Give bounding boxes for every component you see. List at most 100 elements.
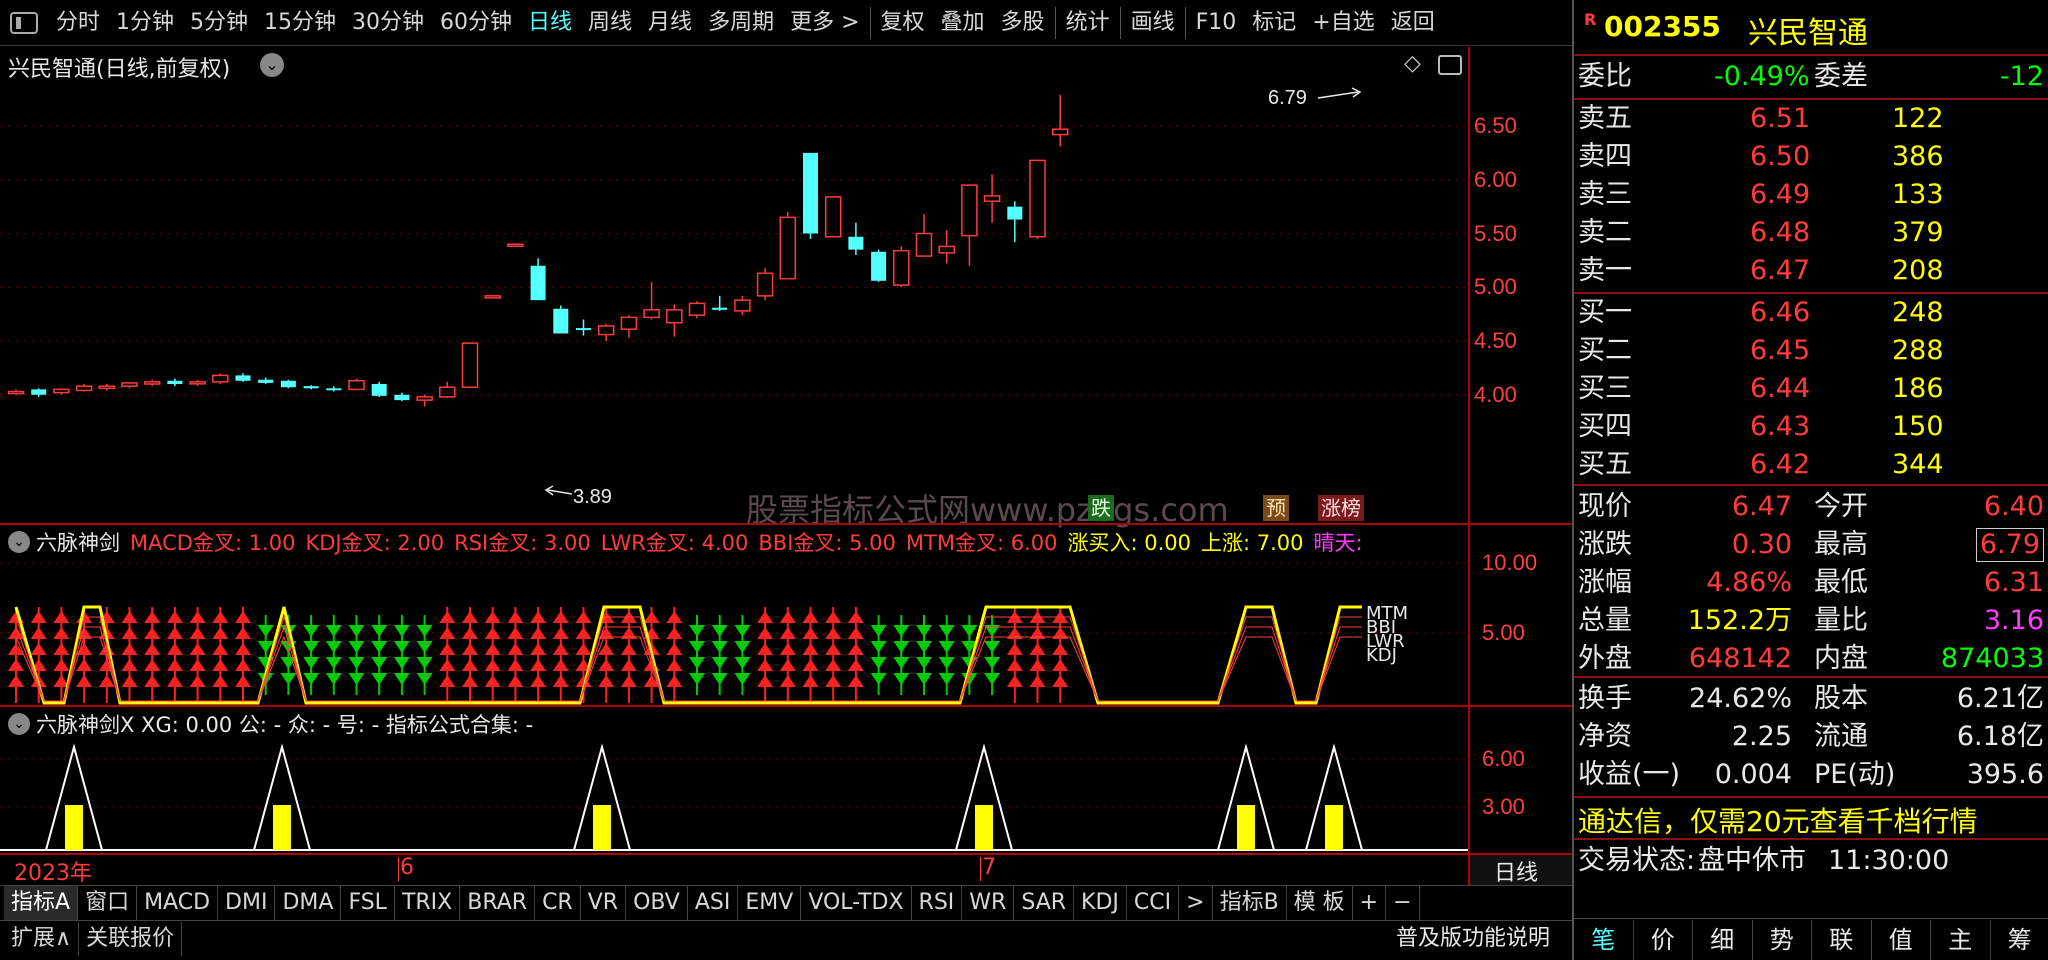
quote-tab[interactable]: 值 bbox=[1872, 920, 1931, 960]
indicator-tab[interactable]: 模 板 bbox=[1287, 886, 1353, 920]
candle[interactable] bbox=[484, 295, 501, 299]
badge-rank[interactable]: 涨榜 bbox=[1318, 495, 1364, 521]
quote-tab[interactable]: 主 bbox=[1931, 920, 1991, 960]
extension-tab[interactable]: 扩展∧ bbox=[4, 922, 80, 956]
candle[interactable] bbox=[803, 152, 818, 239]
panel-toggle-icon[interactable] bbox=[10, 11, 38, 34]
indicator-tab[interactable]: CCI bbox=[1127, 886, 1180, 920]
candle[interactable] bbox=[212, 373, 229, 384]
candlestick-chart[interactable]: 6.79 3.89 bbox=[0, 47, 1468, 523]
indicator-tab[interactable]: TRIX bbox=[395, 886, 461, 920]
candle[interactable] bbox=[1007, 201, 1023, 243]
xg-signal[interactable] bbox=[253, 743, 311, 851]
candle[interactable] bbox=[734, 295, 751, 316]
candle[interactable] bbox=[576, 319, 591, 336]
indicator-tab[interactable]: VR bbox=[581, 886, 627, 920]
candle[interactable] bbox=[258, 377, 274, 384]
toolbar-item[interactable]: 周线 bbox=[580, 0, 640, 46]
toolbar-item[interactable]: +自选 bbox=[1304, 0, 1382, 46]
candle[interactable] bbox=[167, 378, 183, 387]
candle[interactable] bbox=[143, 379, 161, 387]
quote-tab[interactable]: 细 bbox=[1693, 920, 1753, 960]
quote-tab[interactable]: 价 bbox=[1634, 920, 1693, 960]
asks-row[interactable]: 卖二 6.48 379 bbox=[1574, 214, 2048, 252]
toolbar-item[interactable]: 叠加 bbox=[933, 0, 993, 46]
badge-forecast[interactable]: 预 bbox=[1263, 495, 1289, 521]
xg-signal[interactable] bbox=[573, 743, 631, 851]
candle[interactable] bbox=[348, 378, 365, 391]
toolbar-item[interactable]: 返回 bbox=[1383, 0, 1443, 46]
candle[interactable] bbox=[915, 214, 933, 257]
candle[interactable] bbox=[280, 379, 296, 389]
xg-indicator-chart[interactable] bbox=[0, 707, 1468, 853]
toolbar-item[interactable]: 标记 bbox=[1244, 0, 1304, 46]
candle[interactable] bbox=[189, 379, 206, 387]
asks-row[interactable]: 卖三 6.49 133 bbox=[1574, 176, 2048, 214]
candle[interactable] bbox=[326, 386, 342, 392]
candle[interactable] bbox=[31, 388, 47, 397]
candle[interactable] bbox=[938, 230, 955, 264]
xg-signal[interactable] bbox=[955, 743, 1013, 851]
asks-row[interactable]: 卖一 6.47 208 bbox=[1574, 252, 2048, 290]
toolbar-item[interactable]: 15分钟 bbox=[256, 0, 344, 46]
indicator-tab[interactable]: > bbox=[1179, 886, 1213, 920]
bids-row[interactable]: 买四 6.43 150 bbox=[1574, 408, 2048, 446]
period-label[interactable]: 日线 bbox=[1494, 855, 1538, 887]
candle[interactable] bbox=[1029, 159, 1046, 239]
candle[interactable] bbox=[688, 301, 706, 319]
indicator-tab[interactable]: BRAR bbox=[460, 886, 536, 920]
indicator-tab[interactable]: MACD bbox=[137, 886, 219, 920]
candle[interactable] bbox=[871, 249, 887, 282]
indicator-tab[interactable]: WR bbox=[962, 886, 1015, 920]
candle[interactable] bbox=[439, 381, 456, 398]
quote-tab[interactable]: 笔 bbox=[1574, 920, 1634, 960]
candle[interactable] bbox=[620, 315, 638, 338]
candle[interactable] bbox=[507, 243, 524, 247]
candle[interactable] bbox=[303, 385, 319, 390]
candle[interactable] bbox=[1051, 94, 1069, 147]
bids-row[interactable]: 买五 6.42 344 bbox=[1574, 446, 2048, 484]
candle[interactable] bbox=[597, 323, 615, 341]
liumai-indicator-chart[interactable] bbox=[0, 525, 1468, 705]
promo-banner[interactable]: 通达信，仅需20元查看千档行情 bbox=[1578, 800, 1978, 840]
candle[interactable] bbox=[75, 384, 93, 392]
candle[interactable] bbox=[235, 373, 251, 382]
quote-tab[interactable]: 筹 bbox=[1991, 920, 2048, 960]
bids-row[interactable]: 买三 6.44 186 bbox=[1574, 370, 2048, 408]
toolbar-item[interactable]: 5分钟 bbox=[182, 0, 256, 46]
candle[interactable] bbox=[416, 394, 433, 407]
xg-signal[interactable] bbox=[1217, 743, 1275, 851]
toolbar-item[interactable]: 复权 bbox=[873, 0, 933, 46]
indicator-tab[interactable]: CR bbox=[535, 886, 581, 920]
candle[interactable] bbox=[824, 196, 842, 238]
toolbar-item[interactable]: 30分钟 bbox=[344, 0, 432, 46]
indicator-tab[interactable]: 窗口 bbox=[78, 886, 138, 920]
candle[interactable] bbox=[779, 212, 797, 280]
toolbar-item[interactable]: 60分钟 bbox=[432, 0, 520, 46]
xg-signal[interactable] bbox=[45, 743, 103, 851]
toolbar-item[interactable]: 多股 bbox=[993, 0, 1053, 46]
candle[interactable] bbox=[961, 184, 978, 266]
bids-row[interactable]: 买一 6.46 248 bbox=[1574, 294, 2048, 332]
candle[interactable] bbox=[983, 174, 1001, 223]
candle[interactable] bbox=[121, 381, 138, 389]
candle[interactable] bbox=[712, 295, 728, 311]
indicator-tab[interactable]: KDJ bbox=[1074, 886, 1127, 920]
indicator-tab[interactable]: VOL-TDX bbox=[801, 886, 912, 920]
indicator-tab[interactable]: 指标A bbox=[4, 886, 79, 920]
candle[interactable] bbox=[666, 304, 683, 337]
candle[interactable] bbox=[848, 222, 864, 255]
toolbar-item[interactable]: 画线 bbox=[1123, 0, 1183, 46]
badge-fall[interactable]: 跌 bbox=[1088, 495, 1114, 521]
indicator-tab[interactable]: RSI bbox=[912, 886, 963, 920]
candle[interactable] bbox=[394, 392, 410, 402]
toolbar-item[interactable]: 多周期 bbox=[700, 0, 782, 46]
indicator-tab[interactable]: SAR bbox=[1014, 886, 1075, 920]
candle[interactable] bbox=[98, 384, 116, 391]
toolbar-item[interactable]: 月线 bbox=[640, 0, 700, 46]
candle[interactable] bbox=[371, 381, 387, 397]
indicator-tab[interactable]: 指标B bbox=[1213, 886, 1287, 920]
help-link[interactable]: 普及版功能说明 bbox=[1396, 922, 1550, 956]
candle[interactable] bbox=[893, 246, 910, 288]
toolbar-item[interactable]: 更多 > bbox=[782, 0, 867, 46]
